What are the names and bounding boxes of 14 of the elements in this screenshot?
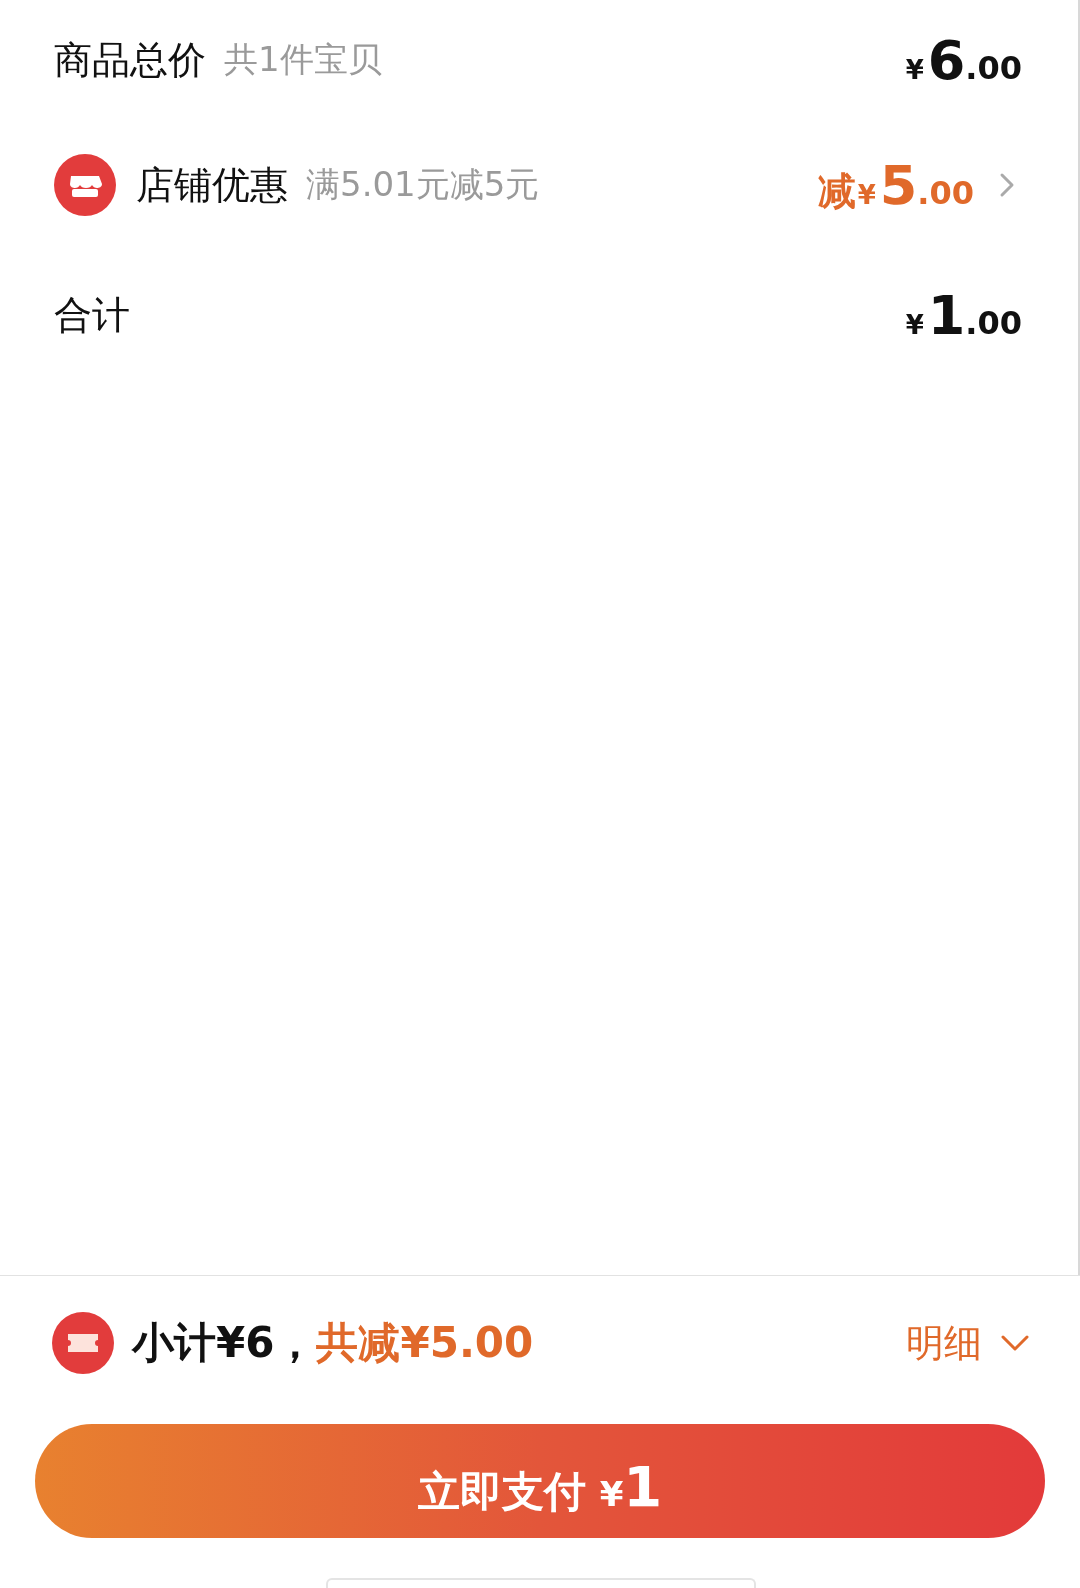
price: ¥1.00 [904,283,1022,347]
row-note: 满5.01元减5元 [306,163,540,206]
row-note: 共1件宝贝 [224,38,382,81]
row-label: 合计 [54,291,130,339]
price: 减¥5.00 [817,153,974,217]
subtotal: 小计¥6， [132,1317,317,1369]
total-saving: 共减¥5.00 [316,1317,534,1369]
row-label: 商品总价 [54,36,206,84]
price: ¥6.00 [904,28,1022,92]
pay-button[interactable]: 立即支付 ¥1 [35,1424,1045,1538]
row-label: 店铺优惠 [136,161,288,209]
coupon-icon [52,1312,114,1374]
shop-icon [54,154,116,216]
details-toggle[interactable]: 明细 [906,1317,1030,1369]
